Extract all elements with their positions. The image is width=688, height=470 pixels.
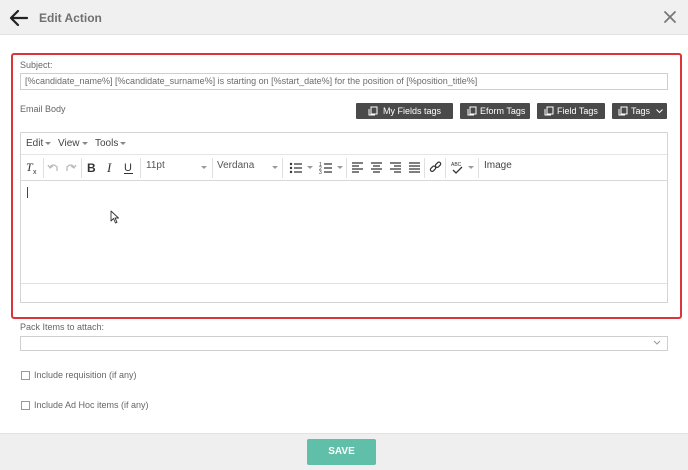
- my-fields-tags-label: My Fields tags: [383, 106, 442, 116]
- menu-edit-label: Edit: [26, 138, 44, 149]
- text-cursor: [27, 187, 28, 198]
- align-left-button[interactable]: [351, 159, 364, 177]
- bullet-list-button[interactable]: [289, 159, 303, 177]
- font-size-caret-icon: [201, 166, 207, 169]
- menu-view-label: View: [58, 138, 80, 149]
- pack-items-label: Pack Items to attach:: [20, 322, 105, 332]
- save-button[interactable]: SAVE: [307, 439, 376, 465]
- include-requisition-checkbox[interactable]: [21, 371, 30, 380]
- toolbar-divider: [81, 158, 82, 178]
- copy-icon: [467, 106, 477, 116]
- align-right-icon: [390, 162, 401, 173]
- insert-link-button[interactable]: [429, 159, 442, 177]
- spellcheck-caret-icon: [468, 166, 474, 169]
- include-adhoc-checkbox[interactable]: [21, 401, 30, 410]
- numbered-list-caret-icon: [337, 166, 343, 169]
- toolbar-divider: [282, 158, 283, 178]
- bullet-list-caret-icon: [307, 166, 313, 169]
- menu-tools[interactable]: Tools: [95, 138, 127, 149]
- field-tags-button[interactable]: Field Tags: [537, 103, 605, 119]
- include-adhoc-label[interactable]: Include Ad Hoc items (if any): [34, 400, 149, 410]
- numbered-list-icon: 123: [319, 162, 332, 176]
- undo-icon: [47, 164, 58, 171]
- back-button[interactable]: [8, 8, 30, 28]
- my-fields-tags-button[interactable]: My Fields tags: [356, 103, 453, 119]
- redo-icon: [66, 164, 77, 171]
- toolbar-divider: [478, 158, 479, 178]
- align-justify-icon: [409, 162, 420, 173]
- chevron-down-icon: [653, 340, 661, 345]
- dialog-title: Edit Action: [39, 11, 102, 25]
- spellcheck-button[interactable]: ABC: [450, 159, 464, 177]
- field-tags-label: Field Tags: [557, 106, 598, 116]
- bold-button[interactable]: B: [86, 159, 98, 177]
- tags-label: Tags: [631, 106, 651, 116]
- italic-icon: I: [106, 160, 112, 175]
- mouse-pointer-icon: [110, 210, 119, 224]
- align-center-button[interactable]: [370, 159, 383, 177]
- tags-dropdown-button[interactable]: Tags: [612, 103, 667, 119]
- caret-down-icon: [81, 141, 88, 145]
- link-icon: [429, 161, 442, 172]
- email-body-label: Email Body: [20, 104, 66, 114]
- toolbar-divider: [140, 158, 141, 178]
- align-left-icon: [352, 162, 363, 173]
- svg-text:x: x: [33, 169, 37, 176]
- toolbar-divider: [212, 158, 213, 178]
- svg-text:U: U: [124, 162, 132, 174]
- dialog-header: [0, 0, 688, 35]
- font-family-caret-icon: [272, 166, 278, 169]
- italic-button[interactable]: I: [105, 159, 117, 177]
- clear-formatting-icon: Tx: [26, 160, 37, 176]
- underline-button[interactable]: U: [123, 159, 135, 177]
- subject-input[interactable]: [%candidate_name%] [%candidate_surname%]…: [20, 73, 668, 90]
- include-requisition-label[interactable]: Include requisition (if any): [34, 370, 137, 380]
- svg-text:I: I: [106, 160, 112, 175]
- menu-edit[interactable]: Edit: [26, 138, 52, 149]
- eform-tags-button[interactable]: Eform Tags: [460, 103, 530, 119]
- chevron-down-icon: [656, 109, 663, 114]
- pack-items-select[interactable]: [20, 336, 668, 351]
- bold-icon: B: [87, 161, 96, 175]
- editor-toolbar: Tx B I U 11pt Verdana 1 2 3 ABC Image: [21, 155, 667, 181]
- menu-view[interactable]: View: [58, 138, 88, 149]
- eform-tags-label: Eform Tags: [480, 106, 526, 116]
- email-body-editor[interactable]: [21, 182, 667, 284]
- svg-text:3: 3: [319, 170, 322, 176]
- bullet-list-icon: [289, 162, 302, 174]
- insert-image-button[interactable]: Image: [484, 160, 512, 171]
- font-family-select[interactable]: Verdana: [217, 160, 254, 171]
- caret-down-icon: [120, 141, 127, 145]
- copy-icon: [368, 106, 378, 116]
- close-icon: [664, 11, 676, 23]
- arrow-left-icon: [9, 9, 29, 27]
- font-size-select[interactable]: 11pt: [146, 160, 165, 171]
- align-right-button[interactable]: [389, 159, 402, 177]
- toolbar-divider: [424, 158, 425, 178]
- align-justify-button[interactable]: [408, 159, 421, 177]
- svg-text:B: B: [87, 161, 96, 175]
- toolbar-divider: [346, 158, 347, 178]
- undo-button[interactable]: [47, 159, 59, 177]
- numbered-list-button[interactable]: 123: [319, 159, 333, 177]
- underline-icon: U: [124, 162, 133, 174]
- editor-menubar: Edit View Tools: [21, 133, 667, 155]
- menu-tools-label: Tools: [95, 138, 119, 149]
- redo-button[interactable]: [65, 159, 77, 177]
- editor-status-bar: [21, 285, 667, 302]
- clear-formatting-button[interactable]: Tx: [25, 159, 39, 177]
- caret-down-icon: [45, 141, 52, 145]
- copy-icon: [544, 106, 554, 116]
- align-center-icon: [371, 162, 382, 173]
- toolbar-divider: [445, 158, 446, 178]
- svg-text:ABC: ABC: [451, 162, 462, 168]
- toolbar-divider: [43, 158, 44, 178]
- subject-label: Subject:: [20, 60, 53, 70]
- close-button[interactable]: [663, 10, 677, 24]
- spellcheck-icon: ABC: [451, 162, 463, 174]
- copy-icon: [618, 106, 628, 116]
